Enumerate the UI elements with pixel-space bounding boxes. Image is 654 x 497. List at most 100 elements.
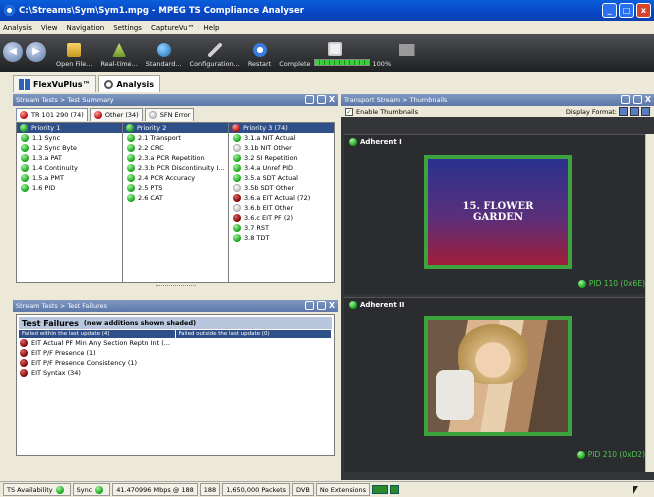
configuration-button[interactable]: Configuration...: [190, 43, 240, 68]
test-item[interactable]: 3.5b SDT Other: [229, 183, 334, 193]
progress-fill: [314, 60, 369, 65]
tab-sfn-error[interactable]: SFN Error: [144, 108, 195, 121]
priority-column: Priority 3 (74) 3.1.a NIT Actual 3.1b NIT …: [229, 123, 334, 282]
sync-status: Sync: [72, 483, 111, 496]
test-item[interactable]: 2.5 PTS: [123, 183, 228, 193]
realtime-button[interactable]: Real-time...: [101, 43, 138, 68]
failed-outside-header[interactable]: Failed outside the last update (0): [175, 330, 331, 338]
tab-flexvuplus[interactable]: FlexVuPlus™: [13, 75, 97, 92]
test-item[interactable]: 1.5.a PMT: [17, 173, 122, 183]
priority-column-header[interactable]: Priority 2: [123, 123, 228, 133]
toolbar: ◀ ▶ Open File... Real-time... Standard..…: [0, 34, 654, 72]
test-failures-header: Stream Tests > Test Failures X: [13, 300, 338, 312]
failure-item[interactable]: EIT P/F Presence (1): [19, 348, 332, 358]
status-green-icon: [21, 144, 29, 152]
stop-icon: [328, 42, 343, 56]
enable-thumbnails-label: Enable Thumbnails: [356, 107, 418, 116]
tab-analysis[interactable]: Analysis: [98, 75, 160, 92]
test-item[interactable]: 2.3.a PCR Repetition: [123, 153, 228, 163]
format-grid-button[interactable]: [641, 107, 650, 116]
grid-icon: [19, 78, 30, 90]
test-item[interactable]: 1.3.a PAT: [17, 153, 122, 163]
minimize-button[interactable]: _: [602, 3, 617, 18]
failures-list-box: Test Failures (new additions shown shade…: [16, 314, 335, 456]
test-item[interactable]: 1.1 Sync: [17, 133, 122, 143]
close-button[interactable]: x: [636, 3, 651, 18]
standard-button[interactable]: Standard...: [146, 43, 182, 68]
test-item[interactable]: 2.1 Transport: [123, 133, 228, 143]
thumbnails-scrollbar[interactable]: [645, 134, 654, 472]
menu-settings[interactable]: Settings: [113, 24, 142, 32]
test-item[interactable]: 1.6 PID: [17, 183, 122, 193]
thumbnail-image-flower-garden[interactable]: 15. FLOWER GARDEN: [424, 155, 572, 269]
restore-panel-icon[interactable]: [304, 95, 314, 104]
test-item[interactable]: 2.6 CAT: [123, 193, 228, 203]
back-button[interactable]: ◀: [3, 42, 23, 62]
test-item[interactable]: 2.4 PCR Accuracy: [123, 173, 228, 183]
camera-play-icon: [399, 44, 426, 56]
priority-column-header[interactable]: Priority 3 (74): [229, 123, 334, 133]
failure-item[interactable]: EIT Syntax (34): [19, 368, 332, 378]
pid-label: PID 110 (0x6E): [577, 279, 645, 288]
close-panel-icon[interactable]: X: [329, 301, 335, 310]
failure-item[interactable]: EIT Actual PF Min Any Section Reptn Int …: [19, 338, 332, 348]
test-item[interactable]: 2.2 CRC: [123, 143, 228, 153]
menu-view[interactable]: View: [41, 24, 58, 32]
maximize-button[interactable]: □: [619, 3, 634, 18]
test-failures-panel: Stream Tests > Test Failures X Test Fail…: [13, 300, 338, 480]
restore-panel-icon[interactable]: [620, 95, 630, 104]
failures-title: Test Failures (new additions shown shade…: [19, 317, 332, 329]
status-red-icon: [93, 111, 102, 119]
test-item[interactable]: 1.4 Continuity: [17, 163, 122, 173]
menu-capturevu[interactable]: CaptureVu™: [151, 24, 195, 32]
capture-play-button[interactable]: [399, 44, 426, 56]
failures-subtitle: (new additions shown shaded): [83, 319, 197, 327]
service-header: Adherent II: [344, 298, 649, 312]
maximize-panel-icon[interactable]: [316, 301, 326, 310]
priority-column-header[interactable]: Priority 1: [17, 123, 122, 133]
app-icon: [4, 5, 15, 16]
test-item[interactable]: 3.5.a SDT Actual: [229, 173, 334, 183]
test-item[interactable]: 3.6.b EIT Other: [229, 203, 334, 213]
tab-tr101290[interactable]: TR 101 290 (74): [16, 108, 88, 121]
test-item[interactable]: 3.4.a Unref PID: [229, 163, 334, 173]
format-double-button[interactable]: [630, 107, 639, 116]
test-item[interactable]: 3.6.c EIT PF (2): [229, 213, 334, 223]
status-red-icon: [20, 349, 28, 357]
maximize-panel-icon[interactable]: [632, 95, 642, 104]
close-panel-icon[interactable]: X: [329, 95, 335, 104]
failure-item[interactable]: EIT P/F Presence Consistency (1): [19, 358, 332, 368]
menu-bar: Analysis View Navigation Settings Captur…: [0, 21, 654, 34]
test-item[interactable]: 3.2 SI Repetition: [229, 153, 334, 163]
test-item[interactable]: 1.2 Sync Byte: [17, 143, 122, 153]
restore-panel-icon[interactable]: [304, 301, 314, 310]
test-item[interactable]: 3.1b NIT Other: [229, 143, 334, 153]
menu-help[interactable]: Help: [204, 24, 220, 32]
open-file-button[interactable]: Open File...: [56, 43, 93, 68]
failed-within-header[interactable]: Failed within the last update (4): [19, 330, 175, 338]
menu-analysis[interactable]: Analysis: [3, 24, 32, 32]
test-item[interactable]: 2.3.b PCR Discontinuity I...: [123, 163, 228, 173]
status-green-icon: [127, 164, 135, 172]
test-item[interactable]: 3.1.a NIT Actual: [229, 133, 334, 143]
close-panel-icon[interactable]: X: [645, 95, 651, 104]
test-summary-header: Stream Tests > Test Summary X: [13, 94, 338, 106]
menu-navigation[interactable]: Navigation: [66, 24, 104, 32]
enable-thumbnails-checkbox[interactable]: ✓: [345, 107, 353, 116]
slide-text-line1: 15. FLOWER: [462, 201, 534, 212]
test-item[interactable]: 3.6.a EIT Actual (72): [229, 193, 334, 203]
status-green-icon: [233, 234, 241, 242]
maximize-panel-icon[interactable]: [316, 95, 326, 104]
restart-button[interactable]: Restart: [248, 43, 271, 68]
test-item[interactable]: 3.8 TDT: [229, 233, 334, 243]
status-darkred-icon: [233, 194, 241, 202]
splitter-handle[interactable]: [13, 283, 338, 289]
forward-button[interactable]: ▶: [26, 42, 46, 62]
format-single-button[interactable]: [619, 107, 628, 116]
thumbnail-image-woman-phone[interactable]: [424, 316, 572, 436]
status-red-icon: [20, 369, 28, 377]
status-red-icon: [232, 124, 240, 132]
tab-other[interactable]: Other (34): [89, 108, 143, 121]
title-bar: C:\Streams\Sym\Sym1.mpg - MPEG TS Compli…: [0, 0, 654, 21]
test-item[interactable]: 3.7 RST: [229, 223, 334, 233]
